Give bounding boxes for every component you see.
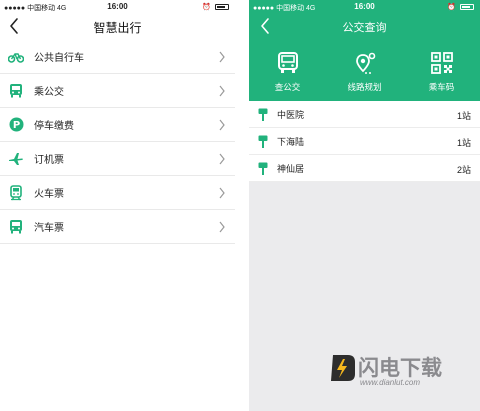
stop-count: 1站 bbox=[456, 138, 471, 148]
chevron-right-icon bbox=[219, 221, 225, 233]
nav-bar: 公交查询 bbox=[249, 14, 480, 40]
menu-item-label: 乘公交 bbox=[34, 87, 64, 98]
chevron-right-icon bbox=[219, 51, 225, 63]
airplane-icon bbox=[8, 151, 24, 167]
chevron-right-icon bbox=[219, 85, 225, 97]
menu-item-label: 汽车票 bbox=[34, 223, 64, 234]
status-time: 16:00 bbox=[107, 2, 128, 11]
watermark: 闪电下载 www.dianlut.com bbox=[328, 350, 458, 396]
parking-icon: P bbox=[8, 117, 24, 133]
chevron-right-icon bbox=[219, 153, 225, 165]
watermark-url: www.dianlut.com bbox=[360, 378, 421, 387]
qr-code-icon bbox=[429, 50, 455, 76]
bus-icon bbox=[8, 83, 24, 99]
stop-name: 神仙居 bbox=[277, 163, 305, 174]
alarm-icon: ⏰ bbox=[202, 4, 211, 11]
battery-icon bbox=[215, 4, 229, 10]
stop-count: 1站 bbox=[456, 111, 471, 121]
menu-item-bus[interactable]: 乘公交 bbox=[0, 74, 235, 108]
tab-label: 查公交 bbox=[274, 82, 301, 92]
menu-item-label: 火车票 bbox=[34, 189, 64, 200]
tab-ride-code[interactable]: 乘车码 bbox=[403, 50, 480, 98]
page-title: 智慧出行 bbox=[93, 21, 142, 35]
smart-travel-screen: ●●●●● 中国移动 4G 16:00 ⏰ 智慧出行 公共自行车 乘公交 P 停… bbox=[0, 0, 235, 411]
menu-item-label: 订机票 bbox=[34, 155, 64, 166]
list-item[interactable]: 中医院 1站 bbox=[249, 101, 480, 128]
battery-icon bbox=[460, 4, 474, 10]
bus-stop-sign-icon bbox=[257, 107, 269, 121]
page-title: 公交查询 bbox=[342, 22, 387, 34]
bus-query-screen: ●●●●● 中国移动 4G 16:00 ⏰ 公交查询 查公交 线路规划 乘车码 … bbox=[249, 0, 480, 411]
menu-item-label: 停车缴费 bbox=[34, 121, 74, 132]
coach-icon bbox=[8, 219, 24, 235]
chevron-right-icon bbox=[219, 119, 225, 131]
tab-route-planning[interactable]: 线路规划 bbox=[326, 50, 403, 98]
alarm-icon: ⏰ bbox=[447, 4, 456, 11]
stop-name: 下海陆 bbox=[277, 136, 305, 147]
status-bar: ●●●●● 中国移动 4G 16:00 ⏰ bbox=[249, 0, 480, 14]
bicycle-icon bbox=[8, 49, 24, 65]
status-bar: ●●●●● 中国移动 4G 16:00 ⏰ bbox=[0, 0, 235, 14]
stop-name: 中医院 bbox=[277, 109, 305, 120]
menu-item-train[interactable]: 火车票 bbox=[0, 176, 235, 210]
lightning-logo-icon bbox=[331, 355, 355, 381]
nav-bar: 智慧出行 bbox=[0, 14, 235, 40]
bus-function-tabs: 查公交 线路规划 乘车码 bbox=[249, 50, 480, 98]
travel-menu: 公共自行车 乘公交 P 停车缴费 订机票 火车票 汽车票 bbox=[0, 40, 235, 244]
tab-check-bus[interactable]: 查公交 bbox=[249, 50, 326, 98]
bus-stop-sign-icon bbox=[257, 134, 269, 148]
tab-label: 线路规划 bbox=[347, 82, 382, 92]
menu-item-label: 公共自行车 bbox=[34, 53, 84, 64]
menu-item-parking[interactable]: P 停车缴费 bbox=[0, 108, 235, 142]
train-icon bbox=[8, 184, 24, 201]
list-item[interactable]: 神仙居 2站 bbox=[249, 155, 480, 182]
stop-count: 2站 bbox=[456, 165, 471, 175]
chevron-right-icon bbox=[219, 187, 225, 199]
bus-stop-list: 中医院 1站 下海陆 1站 神仙居 2站 bbox=[249, 101, 480, 182]
status-time: 16:00 bbox=[354, 2, 375, 11]
bus-icon bbox=[275, 50, 301, 76]
menu-item-coach[interactable]: 汽车票 bbox=[0, 210, 235, 244]
menu-item-flight[interactable]: 订机票 bbox=[0, 142, 235, 176]
menu-item-public-bike[interactable]: 公共自行车 bbox=[0, 40, 235, 74]
list-item[interactable]: 下海陆 1站 bbox=[249, 128, 480, 155]
svg-text:P: P bbox=[12, 120, 19, 131]
route-pin-icon bbox=[352, 50, 378, 76]
bus-stop-sign-icon bbox=[257, 161, 269, 175]
tab-label: 乘车码 bbox=[428, 82, 455, 92]
